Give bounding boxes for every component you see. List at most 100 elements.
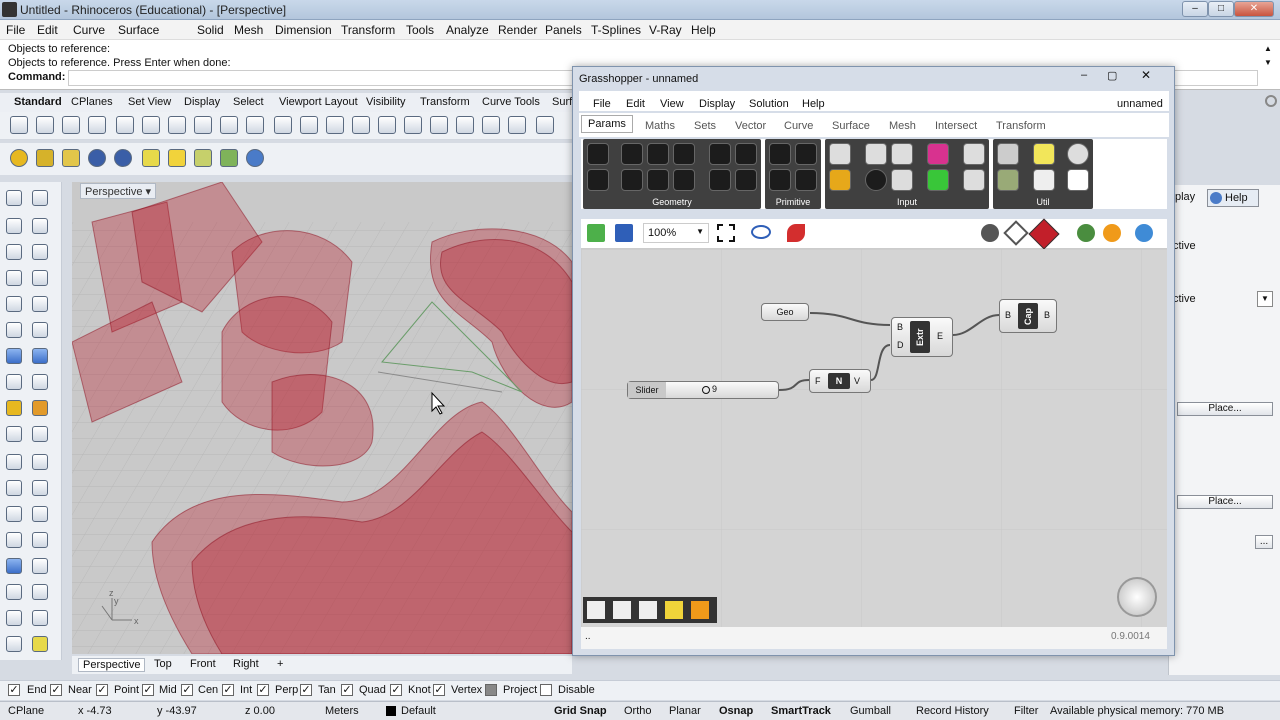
param-brep-icon[interactable] — [621, 169, 643, 191]
minimize-button[interactable]: – — [1182, 1, 1208, 17]
tab-curve-tools[interactable]: Curve Tools — [482, 96, 540, 108]
gh-zoom-select[interactable]: 100% ▼ — [643, 223, 709, 243]
gh-open-icon[interactable] — [587, 224, 605, 242]
gh-menu-edit[interactable]: Edit — [626, 98, 645, 110]
explode-icon[interactable] — [32, 400, 48, 416]
gh-preview-wire-icon[interactable] — [1003, 220, 1029, 246]
group-input-label[interactable]: Input — [825, 197, 989, 207]
gh-menu-help[interactable]: Help — [802, 98, 825, 110]
box-icon[interactable] — [6, 348, 22, 364]
gh-menu-solution[interactable]: Solution — [749, 98, 789, 110]
status-ortho[interactable]: Ortho — [624, 705, 652, 717]
osnap-near-checkbox[interactable]: ✓ — [50, 684, 62, 696]
param-number-icon[interactable] — [769, 169, 791, 191]
surface-edge-icon[interactable] — [32, 322, 48, 338]
viewtab-front[interactable]: Front — [190, 658, 216, 670]
array-icon[interactable] — [32, 532, 48, 548]
gh-document-preview-icon[interactable] — [1103, 224, 1121, 242]
status-units[interactable]: Meters — [325, 705, 359, 717]
util-scribble-icon[interactable] — [1067, 143, 1089, 165]
panel-tab-display[interactable]: play — [1175, 191, 1195, 203]
sun-icon[interactable] — [168, 149, 186, 167]
gh-tab-params[interactable]: Params — [581, 115, 633, 133]
param-curve-icon[interactable] — [647, 143, 669, 165]
widget-bake-icon[interactable] — [691, 601, 709, 619]
input-button-icon[interactable] — [891, 143, 913, 165]
tag-icon[interactable] — [36, 149, 54, 167]
rotate-icon[interactable] — [404, 116, 422, 134]
menu-render[interactable]: Render — [498, 23, 537, 37]
menu-vray[interactable]: V-Ray — [649, 23, 682, 37]
gh-minimize-button[interactable]: – — [1081, 69, 1087, 81]
util-image-icon[interactable] — [997, 169, 1019, 191]
place-button-1[interactable]: Place... — [1177, 402, 1273, 416]
param-line-icon[interactable] — [647, 169, 669, 191]
param-geometry-icon[interactable] — [709, 143, 731, 165]
widget-group-icon[interactable] — [665, 601, 683, 619]
gh-render-icon[interactable] — [1135, 224, 1153, 242]
tab-display[interactable]: Display — [184, 96, 220, 108]
gh-tab-surface[interactable]: Surface — [832, 120, 870, 132]
viewports-icon[interactable] — [430, 116, 448, 134]
osnap-mid-checkbox[interactable]: ✓ — [142, 684, 154, 696]
paste-icon[interactable] — [194, 116, 212, 134]
menu-transform[interactable]: Transform — [341, 23, 395, 37]
open-icon[interactable] — [36, 116, 54, 134]
tag-list-icon[interactable] — [62, 149, 80, 167]
status-layer[interactable]: Default — [401, 705, 436, 717]
input-color-icon[interactable] — [927, 143, 949, 165]
tab-cplanes[interactable]: CPlanes — [71, 96, 113, 108]
viewtab-top[interactable]: Top — [154, 658, 172, 670]
gh-tab-intersect[interactable]: Intersect — [935, 120, 977, 132]
status-cplane[interactable]: CPlane — [8, 705, 44, 717]
settings-gear-icon[interactable] — [1265, 95, 1277, 107]
render-tools-icon[interactable] — [114, 149, 132, 167]
zoom-selected-icon[interactable] — [378, 116, 396, 134]
fillet-icon[interactable] — [32, 296, 48, 312]
widget-wire-icon[interactable] — [613, 601, 631, 619]
param-surface-icon[interactable] — [673, 169, 695, 191]
zebra-icon[interactable] — [6, 636, 22, 652]
cap-component[interactable]: B Cap B — [999, 299, 1057, 333]
gh-preview-shaded-icon[interactable] — [1028, 218, 1060, 250]
input-list-icon[interactable] — [891, 169, 913, 191]
grid-icon[interactable] — [32, 558, 48, 574]
input-image-icon[interactable] — [963, 169, 985, 191]
osnap-vertex-checkbox[interactable]: ✓ — [433, 684, 445, 696]
tab-select[interactable]: Select — [233, 96, 264, 108]
input-gradient-icon[interactable] — [829, 169, 851, 191]
input-graph-icon[interactable] — [963, 143, 985, 165]
widget-cluster-icon[interactable] — [587, 601, 605, 619]
draft-angle-icon[interactable] — [32, 636, 48, 652]
export-icon[interactable] — [116, 116, 134, 134]
place-button-2[interactable]: Place... — [1177, 495, 1273, 509]
new-icon[interactable] — [10, 116, 28, 134]
mesh-icon[interactable] — [32, 374, 48, 390]
rectangle-icon[interactable] — [32, 270, 48, 286]
point-icon[interactable] — [32, 190, 48, 206]
param-integer-icon[interactable] — [795, 143, 817, 165]
geo-param[interactable]: Geo — [761, 303, 809, 321]
osnap-perp-checkbox[interactable]: ✓ — [257, 684, 269, 696]
param-boolean-icon[interactable] — [769, 143, 791, 165]
input-matrix-icon[interactable] — [927, 169, 949, 191]
menu-tools[interactable]: Tools — [406, 23, 434, 37]
group-primitive-label[interactable]: Primitive — [765, 197, 821, 207]
status-record-history[interactable]: Record History — [916, 705, 989, 717]
close-button[interactable]: ✕ — [1234, 1, 1274, 17]
menu-panels[interactable]: Panels — [545, 23, 582, 37]
curvature-icon[interactable] — [32, 584, 48, 600]
input-slider-icon[interactable] — [829, 143, 851, 165]
environment-icon[interactable] — [194, 149, 212, 167]
status-osnap[interactable]: Osnap — [719, 705, 753, 717]
arc-icon[interactable] — [6, 270, 22, 286]
menu-solid[interactable]: Solid — [197, 23, 224, 37]
tab-viewport-layout[interactable]: Viewport Layout — [279, 96, 358, 108]
block-icon[interactable] — [6, 532, 22, 548]
group-util-label[interactable]: Util — [993, 197, 1093, 207]
osnap-tan-checkbox[interactable]: ✓ — [300, 684, 312, 696]
zoom-extents-icon[interactable] — [352, 116, 370, 134]
m-icon[interactable] — [10, 149, 28, 167]
menu-curve[interactable]: Curve — [73, 23, 105, 37]
param-circle-icon[interactable] — [621, 143, 643, 165]
